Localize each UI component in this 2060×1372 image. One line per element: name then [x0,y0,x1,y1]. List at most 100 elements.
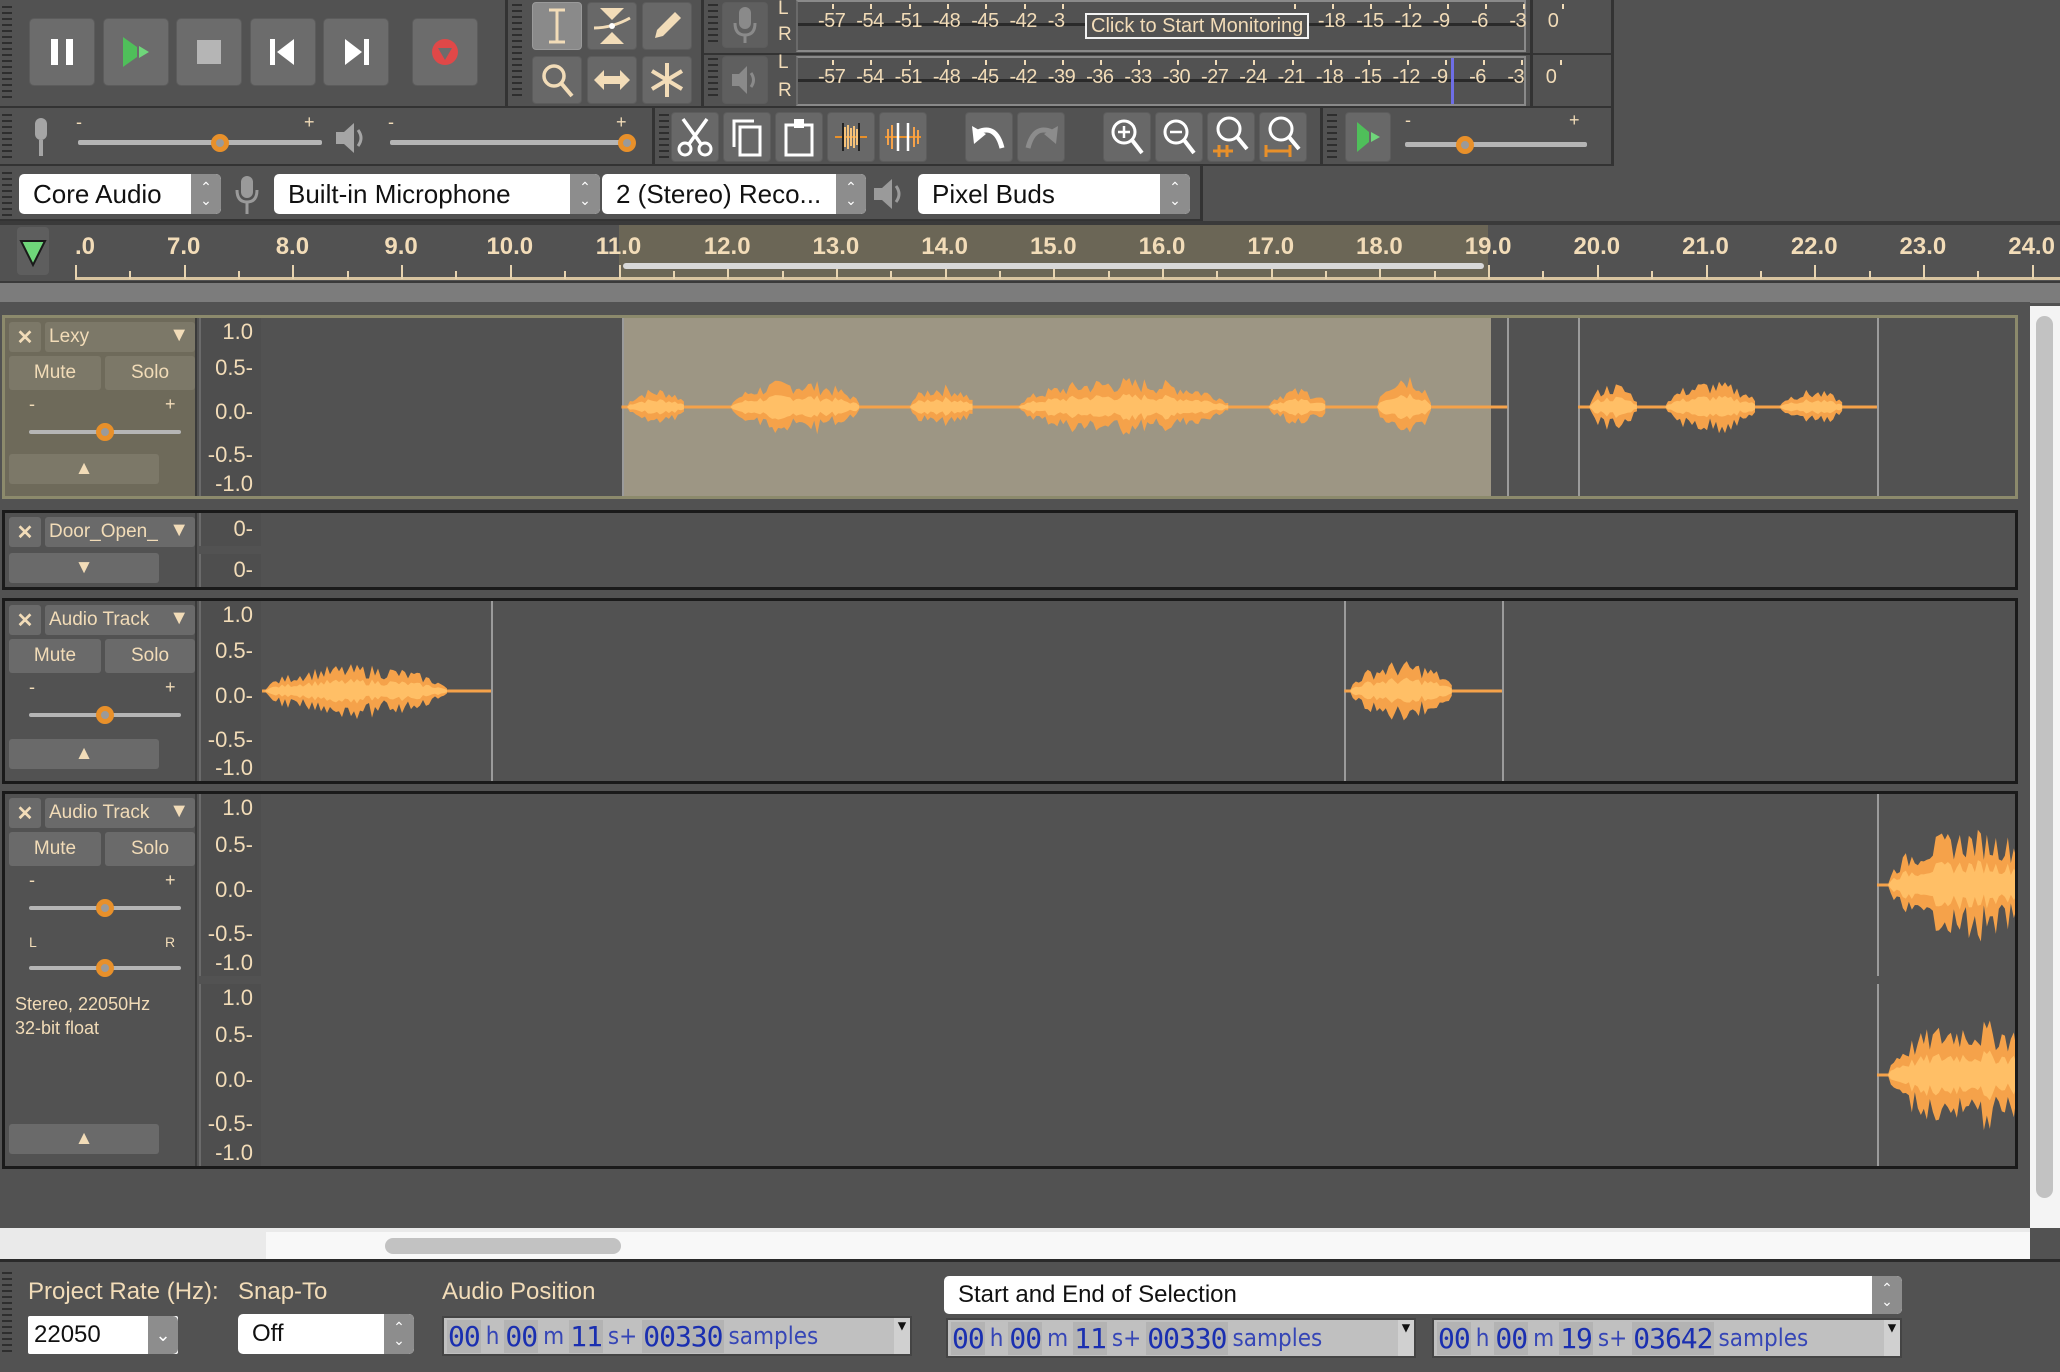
mute-button[interactable]: Mute [9,356,101,390]
record-button[interactable] [412,18,478,86]
recording-channels-select[interactable]: 2 (Stereo) Reco... ⌃ ⌄ [602,174,866,214]
gain-slider-thumb[interactable] [96,423,114,441]
toolbar-grip[interactable] [708,4,718,46]
track-control-panel[interactable]: ✕ Audio Track ▼ Mute Solo - + ▲ [5,601,197,781]
close-track-button[interactable]: ✕ [9,798,41,828]
toolbar-grip[interactable] [2,172,12,216]
record-volume-slider[interactable] [78,140,322,145]
scrub-bar[interactable] [0,281,2060,303]
toolbar-grip[interactable] [1327,114,1337,160]
multi-tool-button[interactable] [642,56,692,104]
audio-host-select[interactable]: Core Audio ⌃ ⌄ [19,174,221,214]
vertical-scrollbar[interactable] [2030,306,2060,1228]
record-volume-thumb[interactable] [210,134,229,152]
cut-button[interactable] [671,112,719,162]
collapse-track-button[interactable]: ▲ [9,454,159,484]
stop-button[interactable] [176,18,242,86]
format-menu-icon[interactable]: ▼ [894,1318,910,1354]
toolbar-grip[interactable] [659,114,669,160]
vertical-ruler[interactable]: 0- [199,554,261,587]
recording-device-select[interactable]: Built-in Microphone ⌃ ⌄ [274,174,600,214]
audio-track[interactable]: ✕ Audio Track ▼ Mute Solo - + L R Stereo, 22050Hz… [2,791,2018,1169]
play-at-speed-button[interactable] [1345,112,1391,162]
horizontal-scrollbar[interactable] [0,1228,2030,1259]
selection-mode-select[interactable]: Start and End of Selection ⌃ ⌄ [944,1276,1902,1314]
vertical-ruler[interactable]: 0- [199,513,261,546]
waveform-area[interactable] [262,513,2015,546]
play-speed-slider[interactable] [1405,142,1587,147]
playback-volume-slider[interactable] [390,140,634,145]
fit-selection-button[interactable] [1207,112,1255,162]
collapse-track-button[interactable]: ▲ [9,739,159,769]
playback-meter-button[interactable] [722,56,768,104]
waveform-area[interactable] [262,984,2015,1166]
vertical-ruler[interactable]: 1.0 0.5- 0.0- -0.5- -1.0 [199,601,261,781]
paste-button[interactable] [775,112,823,162]
toolbar-grip[interactable] [2,114,12,160]
mute-button[interactable]: Mute [9,832,101,866]
horizontal-scrollbar-thumb[interactable] [385,1238,621,1254]
waveform-area[interactable] [262,554,2015,587]
close-track-button[interactable]: ✕ [9,517,41,547]
toolbar-grip[interactable] [2,1272,12,1356]
vertical-ruler[interactable]: 1.0 0.5- 0.0- -0.5- -1.0 [199,794,261,976]
solo-button[interactable]: Solo [105,832,195,866]
play-button[interactable] [103,18,169,86]
play-speed-thumb[interactable] [1456,136,1475,154]
click-to-start-monitoring[interactable]: Click to Start Monitoring [1085,13,1310,39]
toolbar-grip[interactable] [2,6,12,102]
draw-tool-button[interactable] [642,2,692,50]
pause-button[interactable] [29,18,95,86]
zoom-out-button[interactable] [1155,112,1203,162]
copy-button[interactable] [723,112,771,162]
track-name-menu[interactable]: Door_Open_ ▼ [45,517,195,547]
trim-button[interactable] [827,112,875,162]
close-track-button[interactable]: ✕ [9,322,41,352]
silence-button[interactable] [879,112,927,162]
format-menu-icon[interactable]: ▼ [1884,1320,1900,1356]
vertical-ruler[interactable]: 1.0 0.5- 0.0- -0.5- -1.0 [199,318,261,496]
pan-slider-thumb[interactable] [96,959,114,977]
audio-track[interactable]: ✕ Audio Track ▼ Mute Solo - + ▲ 1.0 0.5- 0.0- -0.5-… [2,598,2018,784]
waveform-area[interactable] [262,601,2015,781]
fit-project-button[interactable] [1259,112,1307,162]
track-name-menu[interactable]: Audio Track ▼ [45,605,195,635]
timeline-options-button[interactable] [17,227,49,275]
solo-button[interactable]: Solo [105,356,195,390]
waveform-area[interactable] [262,794,2015,976]
mute-button[interactable]: Mute [9,639,101,673]
track-control-panel[interactable]: ✕ Audio Track ▼ Mute Solo - + L R Stereo, 22050Hz… [5,794,197,1166]
audio-track[interactable]: ✕ Door_Open_ ▼ ▼ 0- 0- [2,510,2018,590]
format-menu-icon[interactable]: ▼ [1398,1320,1414,1356]
redo-button[interactable] [1017,112,1065,162]
envelope-tool-button[interactable] [587,2,637,50]
record-meter[interactable]: -57-54-51-48-45-42-321-18-15-12-9-6-30 C… [796,0,1564,52]
skip-to-start-button[interactable] [250,18,316,86]
toolbar-grip[interactable] [708,58,718,100]
playback-device-select[interactable]: Pixel Buds ⌃ ⌄ [918,174,1190,214]
playback-meter[interactable]: -57 -54 -51 -48 -45 -42 -39 -36 -33 -30 -27 -24 -21-… [796,56,1562,106]
selection-tool-button[interactable] [532,2,582,50]
record-meter-button[interactable] [722,2,768,48]
track-control-panel[interactable]: ✕ Door_Open_ ▼ ▼ [5,513,197,587]
audio-track[interactable]: ✕ Lexy ▼ Mute Solo - + ▲ 1.0 0.5- 0.0- -0.5- -1.0 [2,315,2018,499]
audio-position-field[interactable]: 00 h 00 m 11 s+ 00330 samples ▼ [442,1316,912,1356]
undo-button[interactable] [965,112,1013,162]
gain-slider-thumb[interactable] [96,706,114,724]
snap-to-select[interactable]: Off ⌃ ⌄ [238,1314,414,1354]
collapse-track-button[interactable]: ▲ [9,1124,159,1154]
toolbar-grip[interactable] [512,4,522,100]
vertical-ruler[interactable]: 1.0 0.5- 0.0- -0.5- -1.0 [199,984,261,1166]
waveform-area[interactable] [262,318,2015,496]
solo-button[interactable]: Solo [105,639,195,673]
playback-volume-thumb[interactable] [617,134,636,152]
expand-track-button[interactable]: ▼ [9,553,159,583]
track-control-panel[interactable]: ✕ Lexy ▼ Mute Solo - + ▲ [5,318,197,496]
selection-start-field[interactable]: 00 h 00 m 11 s+ 00330 samples ▼ [946,1318,1416,1358]
zoom-tool-button[interactable] [532,56,582,104]
skip-to-end-button[interactable] [323,18,389,86]
time-shift-tool-button[interactable] [587,56,637,104]
track-name-menu[interactable]: Audio Track ▼ [45,798,195,828]
selection-end-field[interactable]: 00 h 00 m 19 s+ 03642 samples ▼ [1432,1318,1902,1358]
vertical-scrollbar-thumb[interactable] [2036,316,2053,1198]
